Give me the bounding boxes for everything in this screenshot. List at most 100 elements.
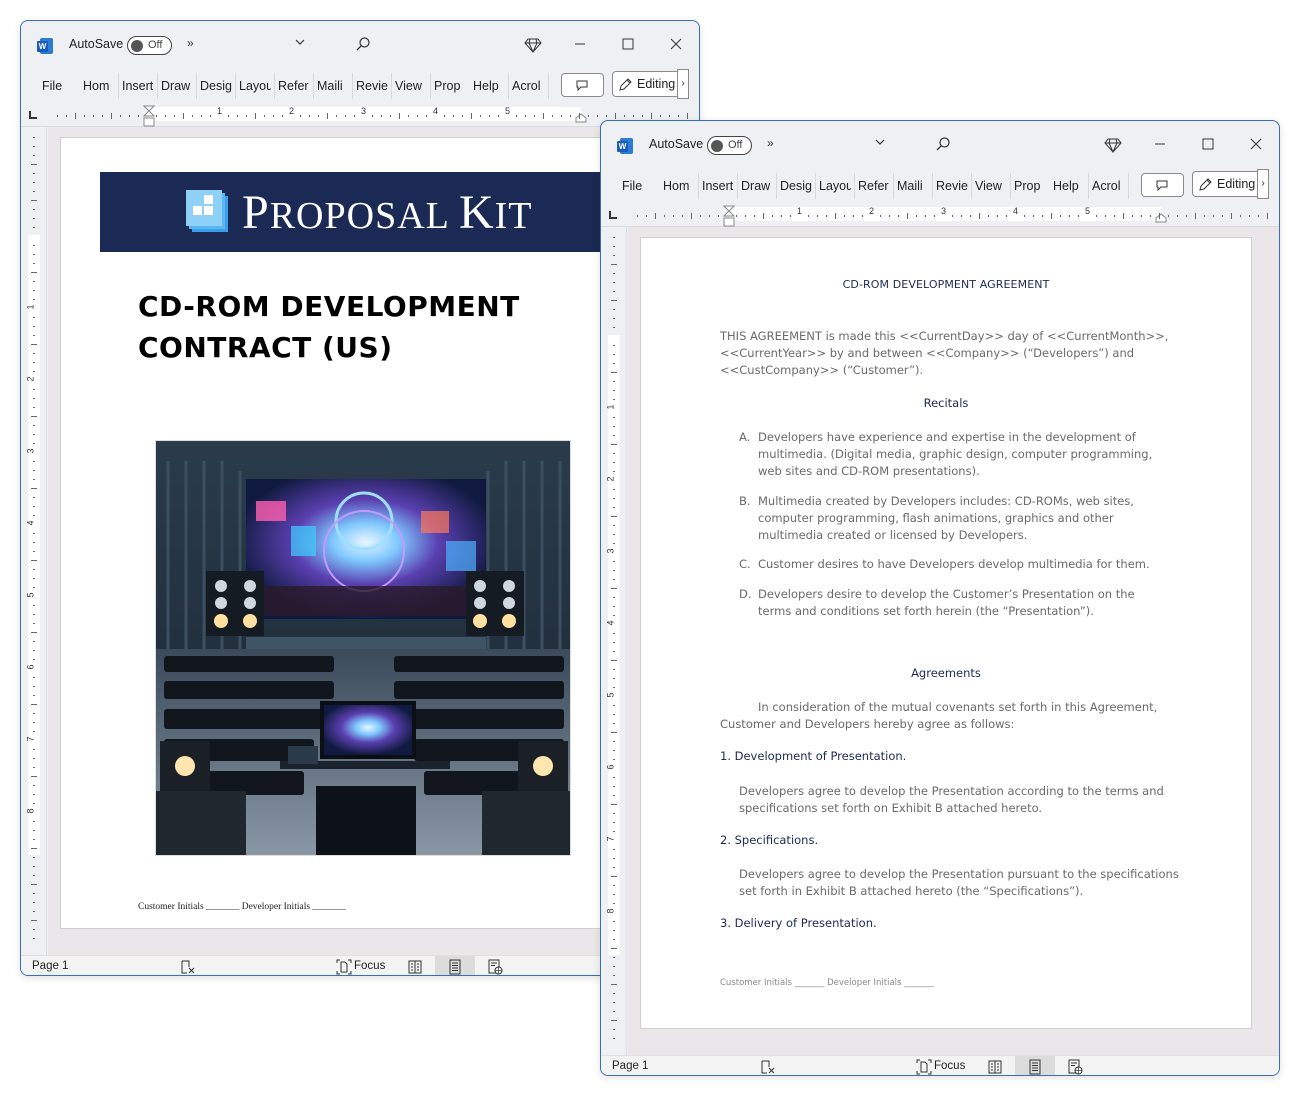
read-mode-icon[interactable] <box>987 1059 1003 1075</box>
tab-design[interactable]: Desig <box>780 177 812 195</box>
ruler-tick <box>1123 213 1124 219</box>
recital-item: D. Developers desire to develop the Cust… <box>739 586 1169 620</box>
read-mode-icon[interactable] <box>407 959 423 975</box>
ruler-tick <box>907 213 908 219</box>
ruler-tick <box>613 309 615 310</box>
more-commands-icon[interactable]: » <box>767 136 774 150</box>
ruler-tick <box>471 113 472 119</box>
more-commands-icon[interactable]: » <box>187 36 194 50</box>
chevron-down-icon[interactable] <box>293 35 307 49</box>
tab-references[interactable]: Refer <box>278 77 310 95</box>
tab-insert[interactable]: Insert <box>122 77 154 95</box>
print-layout-icon[interactable] <box>447 959 463 975</box>
web-layout-icon[interactable] <box>487 959 503 975</box>
tab-selector[interactable] <box>609 211 617 219</box>
tab-help[interactable]: Help <box>1053 177 1081 195</box>
maximize-icon[interactable] <box>1201 137 1215 151</box>
chevron-down-icon[interactable] <box>873 135 887 149</box>
minimize-icon[interactable] <box>573 37 587 51</box>
tab-home[interactable]: Hom <box>663 177 695 195</box>
ruler-tick <box>646 215 647 217</box>
ruler-tick <box>1195 213 1196 219</box>
ruler-tick <box>33 254 35 255</box>
minimize-icon[interactable] <box>1153 137 1167 151</box>
ruler-tick <box>862 215 863 217</box>
ribbon-overflow-button[interactable]: › <box>677 69 689 99</box>
ruler-tick <box>31 164 37 165</box>
right-indent-marker[interactable] <box>575 113 587 123</box>
maximize-icon[interactable] <box>621 37 635 51</box>
focus-mode-icon[interactable] <box>916 1059 932 1075</box>
editing-mode-button[interactable]: Editing <box>1192 171 1260 197</box>
ruler-tick <box>31 416 37 417</box>
page-indicator[interactable]: Page 1 <box>612 1060 648 1072</box>
focus-label[interactable]: Focus <box>354 960 385 972</box>
tab-references[interactable]: Refer <box>858 177 890 195</box>
tab-selector[interactable] <box>29 111 37 119</box>
tab-file[interactable]: File <box>42 77 66 95</box>
tab-home[interactable]: Hom <box>83 77 115 95</box>
right-indent-marker[interactable] <box>1155 213 1167 223</box>
tab-layout[interactable]: Layou <box>819 177 851 195</box>
search-icon[interactable] <box>355 36 371 52</box>
editing-mode-button[interactable]: Editing <box>612 71 680 97</box>
ruler-tick <box>93 115 94 117</box>
ruler-tick <box>33 587 35 588</box>
diamond-premium-icon[interactable] <box>524 36 542 54</box>
close-icon[interactable] <box>1249 137 1263 151</box>
ruler-tick <box>33 461 35 462</box>
tab-view[interactable]: View <box>975 177 1007 195</box>
tab-review[interactable]: Revie <box>356 77 388 95</box>
comments-button[interactable] <box>1141 173 1184 197</box>
ribbon-overflow-button[interactable]: › <box>1257 169 1269 199</box>
ruler-tick <box>1177 215 1178 217</box>
tab-help[interactable]: Help <box>473 77 501 95</box>
diamond-premium-icon[interactable] <box>1104 136 1122 154</box>
ruler-tick <box>934 215 935 217</box>
ruler-tick <box>613 939 615 940</box>
tab-acrobat[interactable]: Acrol <box>1092 177 1124 195</box>
tab-properties[interactable]: Prop <box>434 77 465 95</box>
ruler-tick <box>613 759 615 760</box>
close-icon[interactable] <box>669 37 683 51</box>
document-canvas[interactable]: CD-ROM DEVELOPMENT AGREEMENT THIS AGREEM… <box>628 227 1279 1055</box>
autosave-toggle[interactable]: Off <box>707 136 752 155</box>
tab-design[interactable]: Desig <box>200 77 232 95</box>
tab-properties[interactable]: Prop <box>1014 177 1045 195</box>
comments-button[interactable] <box>561 73 604 97</box>
accessibility-check-icon[interactable] <box>180 959 196 975</box>
ruler-tick <box>33 443 35 444</box>
print-layout-icon[interactable] <box>1027 1059 1043 1075</box>
tab-insert[interactable]: Insert <box>702 177 734 195</box>
tab-view[interactable]: View <box>395 77 427 95</box>
ruler-tick <box>336 115 337 117</box>
ruler-number: 8 <box>25 808 36 814</box>
tab-draw[interactable]: Draw <box>741 177 773 195</box>
title-bar: W AutoSave Off » <box>21 21 699 69</box>
ruler-tick <box>613 534 615 535</box>
ruler-tick <box>817 215 818 217</box>
tab-mailings[interactable]: Maili <box>897 177 929 195</box>
search-icon[interactable] <box>935 136 951 152</box>
tab-acrobat[interactable]: Acrol <box>512 77 544 95</box>
tab-review[interactable]: Revie <box>936 177 968 195</box>
ruler-tick <box>255 113 256 119</box>
focus-mode-icon[interactable] <box>336 959 352 975</box>
recital-item: B. Multimedia created by Developers incl… <box>739 493 1169 544</box>
page-indicator[interactable]: Page 1 <box>32 960 68 972</box>
tab-draw[interactable]: Draw <box>161 77 193 95</box>
agreement-intro: THIS AGREEMENT is made this <<CurrentDay… <box>720 329 1169 377</box>
autosave-toggle[interactable]: Off <box>127 36 172 55</box>
cover-title-line-1: CD-ROM DEVELOPMENT <box>138 290 520 323</box>
ruler-tick <box>611 588 617 589</box>
ruler-tick <box>642 115 643 117</box>
focus-label[interactable]: Focus <box>934 1060 965 1072</box>
tab-mailings[interactable]: Maili <box>317 77 349 95</box>
tab-file[interactable]: File <box>622 177 646 195</box>
accessibility-check-icon[interactable] <box>760 1059 776 1075</box>
indent-marker[interactable] <box>143 105 155 129</box>
ruler-number: 3 <box>605 548 616 554</box>
indent-marker[interactable] <box>723 205 735 229</box>
tab-layout[interactable]: Layou <box>239 77 271 95</box>
web-layout-icon[interactable] <box>1067 1059 1083 1075</box>
